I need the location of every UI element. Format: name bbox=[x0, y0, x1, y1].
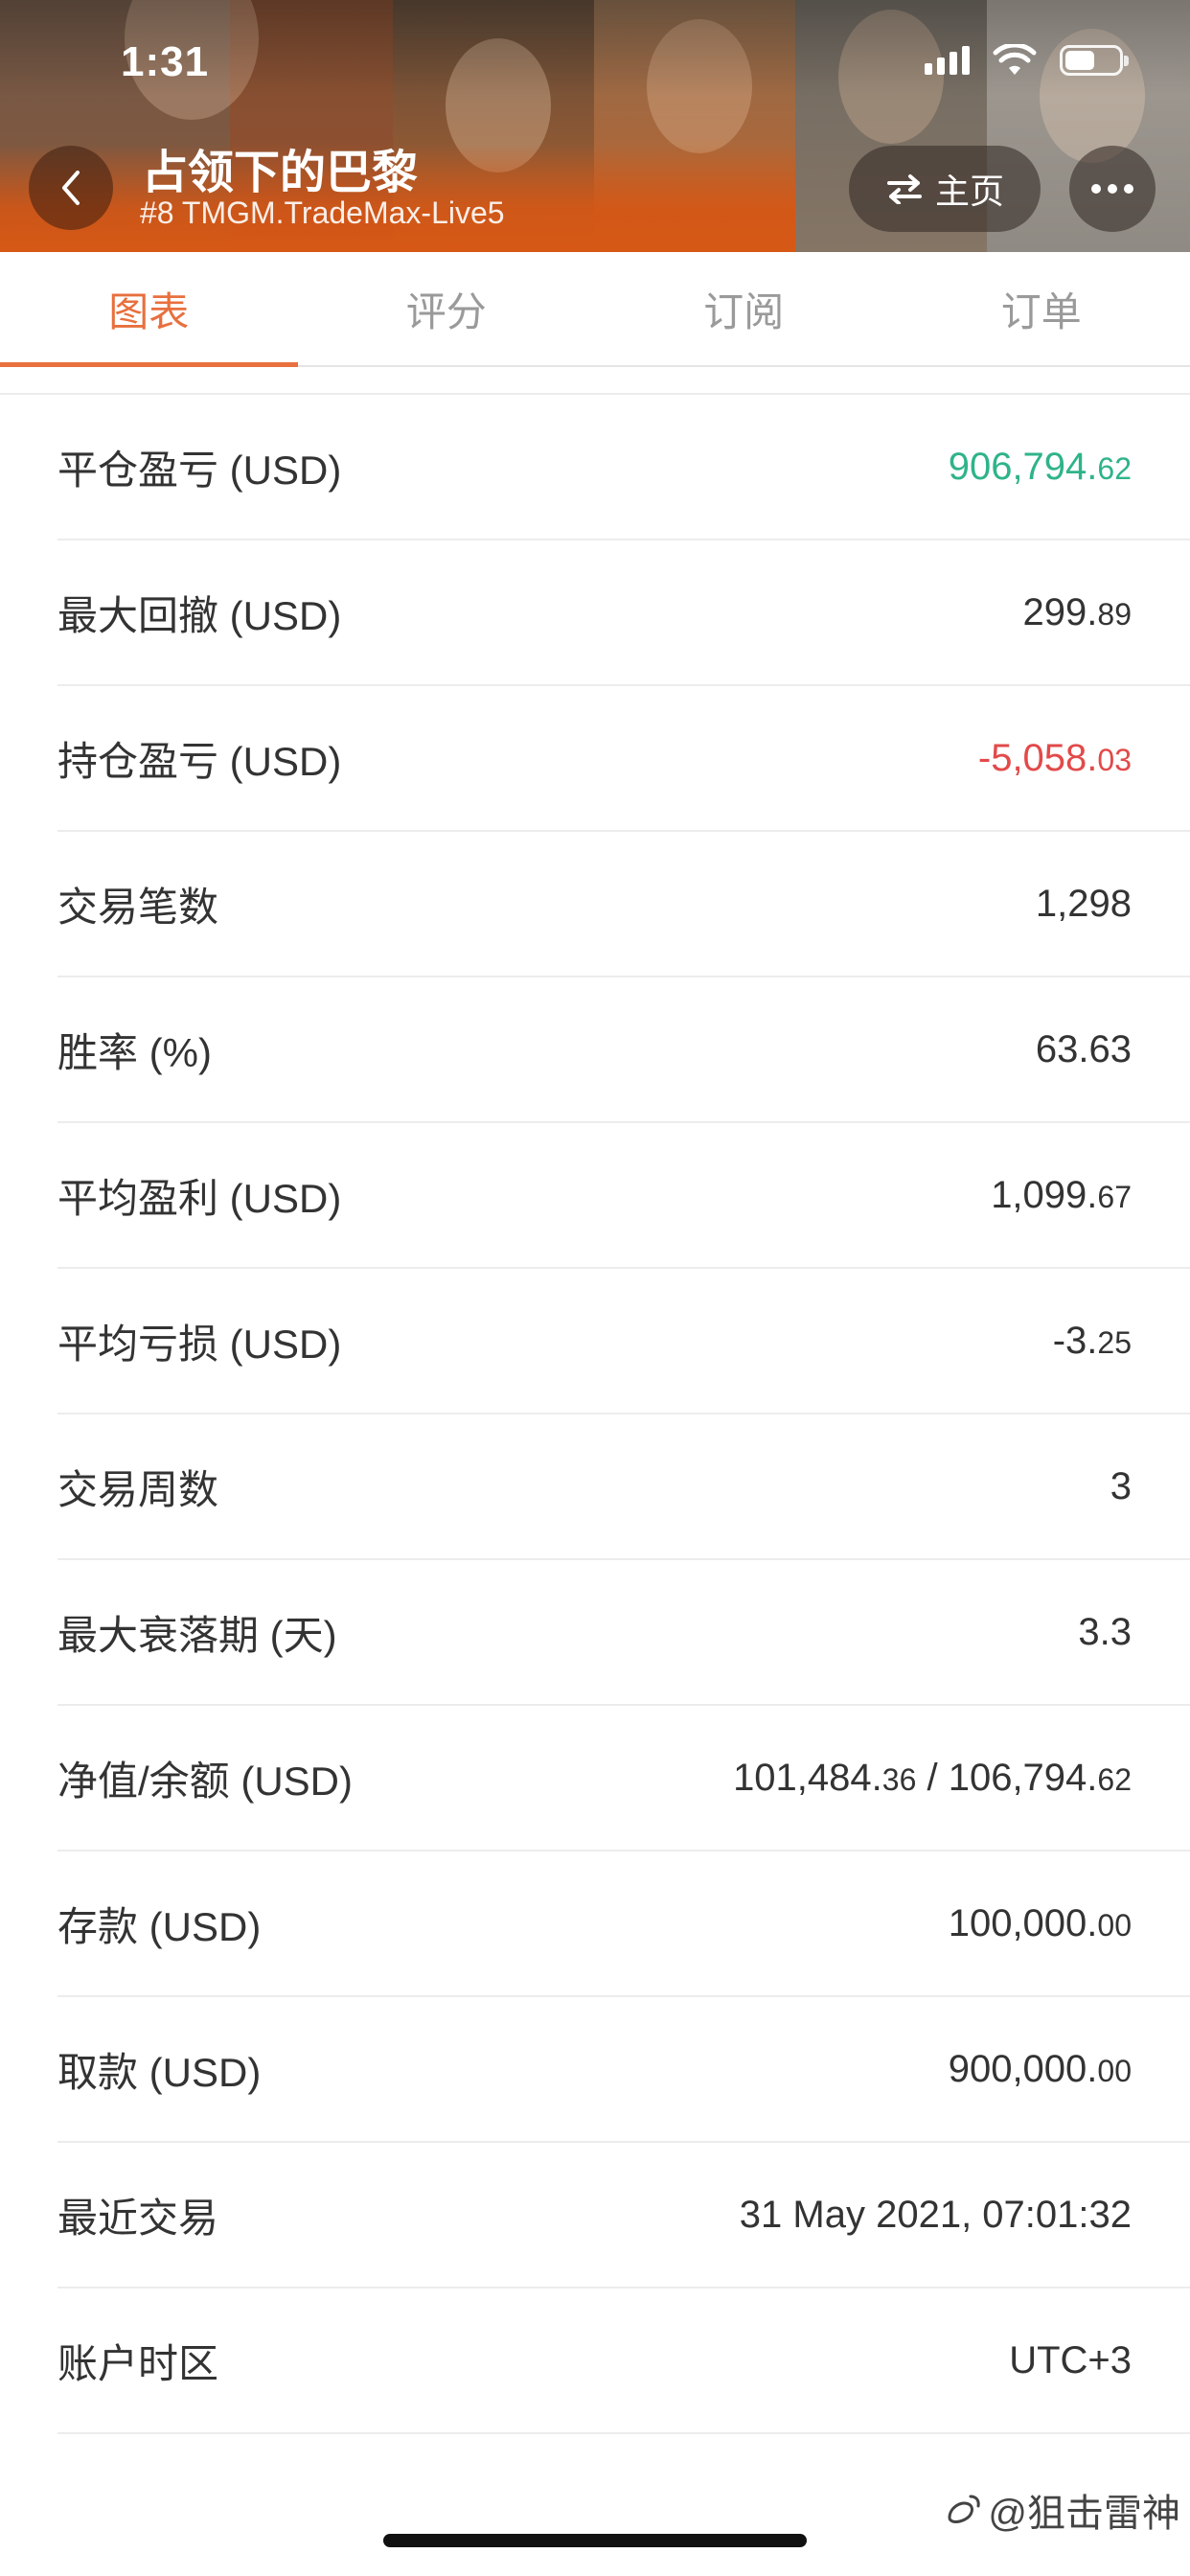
stat-label: 平仓盈亏 (USD) bbox=[57, 447, 342, 493]
stat-row-win-rate: 胜率 (%) 63.63 bbox=[57, 978, 1190, 1123]
stat-row-avg-loss: 平均亏损 (USD) -3.25 bbox=[57, 1269, 1190, 1414]
stat-value: 1,298 bbox=[1035, 882, 1132, 925]
profile-header: 1:31 占领下的巴黎 #8 TMGM.TradeMax-Live5 主页 bbox=[0, 0, 1190, 252]
stat-value: 31 May 2021, 07:01:32 bbox=[739, 2193, 1132, 2236]
status-time: 1:31 bbox=[121, 38, 210, 85]
stat-label: 交易笔数 bbox=[57, 884, 219, 930]
status-icons bbox=[925, 44, 1129, 77]
more-dots-icon bbox=[1091, 184, 1101, 194]
stat-value: 101,484.36 / 106,794.62 bbox=[733, 1756, 1132, 1799]
chevron-left-icon bbox=[62, 171, 80, 205]
stat-value: 3 bbox=[1110, 1464, 1132, 1507]
back-button[interactable] bbox=[29, 146, 113, 230]
wifi-icon bbox=[993, 44, 1037, 75]
swap-arrows-icon bbox=[886, 174, 922, 204]
stat-row-trade-count: 交易笔数 1,298 bbox=[57, 832, 1190, 978]
stat-label: 最近交易 bbox=[57, 2195, 219, 2241]
stat-label: 最大衰落期 (天) bbox=[57, 1612, 337, 1658]
stat-label: 平均盈利 (USD) bbox=[57, 1175, 342, 1221]
home-button-label: 主页 bbox=[934, 172, 1004, 211]
stat-label: 持仓盈亏 (USD) bbox=[57, 738, 342, 784]
stats-list: 平仓盈亏 (USD) 906,794.62 最大回撤 (USD) 299.89 … bbox=[0, 395, 1190, 2434]
page-title: 占领下的巴黎 bbox=[142, 148, 419, 198]
stat-row-open-pnl: 持仓盈亏 (USD) -5,058.03 bbox=[57, 686, 1190, 832]
cellular-signal-icon bbox=[925, 46, 970, 75]
stat-label: 最大回撤 (USD) bbox=[57, 592, 342, 638]
stat-label: 交易周数 bbox=[57, 1466, 219, 1512]
stat-value: UTC+3 bbox=[1009, 2338, 1132, 2381]
stat-row-max-drawdown: 最大回撤 (USD) 299.89 bbox=[57, 540, 1190, 686]
stat-row-max-decline-period: 最大衰落期 (天) 3.3 bbox=[57, 1560, 1190, 1706]
weibo-logo-icon bbox=[948, 2495, 981, 2523]
stat-value: 906,794.62 bbox=[948, 445, 1132, 488]
stat-row-withdrawal: 取款 (USD) 900,000.00 bbox=[57, 1997, 1190, 2143]
tab-bar: 图表 评分 订阅 订单 bbox=[0, 252, 1190, 367]
tab-rating[interactable]: 评分 bbox=[298, 252, 596, 365]
stat-row-closed-pnl: 平仓盈亏 (USD) 906,794.62 bbox=[57, 395, 1190, 540]
stat-value: 1,099.67 bbox=[991, 1173, 1132, 1216]
stat-value: -3.25 bbox=[1052, 1319, 1132, 1362]
stat-label: 取款 (USD) bbox=[57, 2049, 262, 2095]
stat-label: 胜率 (%) bbox=[57, 1029, 212, 1075]
stat-value: 100,000.00 bbox=[948, 1901, 1132, 1944]
more-options-button[interactable] bbox=[1069, 146, 1156, 232]
tab-subscribe[interactable]: 订阅 bbox=[595, 252, 893, 365]
stat-value: 299.89 bbox=[1022, 590, 1132, 633]
stat-row-equity-balance: 净值/余额 (USD) 101,484.36 / 106,794.62 bbox=[57, 1706, 1190, 1852]
watermark-text: @狙击雷神 bbox=[988, 2493, 1180, 2535]
stat-row-trading-weeks: 交易周数 3 bbox=[57, 1414, 1190, 1560]
stat-label: 净值/余额 (USD) bbox=[57, 1758, 353, 1804]
account-subtitle: #8 TMGM.TradeMax-Live5 bbox=[140, 196, 505, 230]
stat-value: 900,000.00 bbox=[948, 2047, 1132, 2090]
home-indicator[interactable] bbox=[383, 2534, 807, 2547]
stat-value: 3.3 bbox=[1078, 1610, 1132, 1653]
battery-icon bbox=[1060, 45, 1129, 76]
stat-value: 63.63 bbox=[1035, 1027, 1132, 1070]
tab-orders[interactable]: 订单 bbox=[893, 252, 1190, 365]
stat-row-deposit: 存款 (USD) 100,000.00 bbox=[57, 1852, 1190, 1997]
stat-label: 存款 (USD) bbox=[57, 1903, 262, 1949]
watermark: @狙击雷神 bbox=[944, 2482, 1180, 2538]
stat-value: -5,058.03 bbox=[977, 736, 1132, 779]
stat-row-account-timezone: 账户时区 UTC+3 bbox=[57, 2288, 1190, 2434]
stat-label: 平均亏损 (USD) bbox=[57, 1321, 342, 1367]
stat-row-last-trade: 最近交易 31 May 2021, 07:01:32 bbox=[57, 2143, 1190, 2288]
stat-label: 账户时区 bbox=[57, 2340, 219, 2386]
tab-chart[interactable]: 图表 bbox=[0, 252, 298, 367]
home-button[interactable]: 主页 bbox=[849, 146, 1041, 232]
stat-row-avg-profit: 平均盈利 (USD) 1,099.67 bbox=[57, 1123, 1190, 1269]
